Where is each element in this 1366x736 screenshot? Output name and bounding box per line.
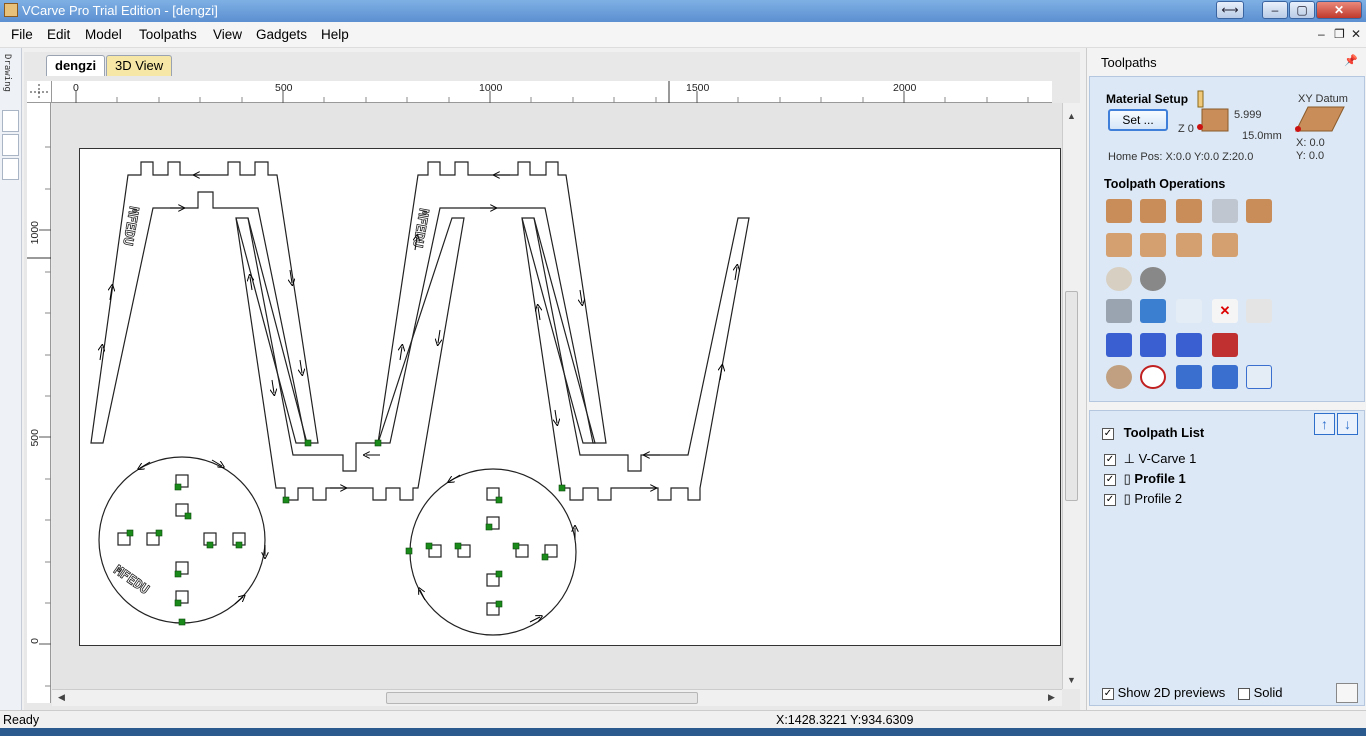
- toolpath-item-vcarve-1[interactable]: ✓ ⊥ V-Carve 1: [1104, 451, 1196, 467]
- toolpath-item-profile-2[interactable]: ✓ ▯ Profile 2: [1104, 491, 1182, 507]
- profile-toolpath-icon[interactable]: [1106, 199, 1132, 223]
- close-toolpath-panel-icon[interactable]: [1246, 365, 1272, 389]
- vertical-scroll-thumb[interactable]: [1065, 291, 1078, 501]
- scroll-up-icon[interactable]: ▲: [1067, 111, 1076, 121]
- toolpath-templates-icon[interactable]: [1176, 299, 1202, 323]
- cursor-coordinates: X:1428.3221 Y:934.6309: [776, 713, 914, 727]
- toolpath-wheel-right: [409, 468, 577, 636]
- merge-toolpaths-icon[interactable]: [1106, 299, 1132, 323]
- drawing-vectors[interactable]: MFEDU MFEDU MFEDU: [0, 0, 1062, 689]
- texture-toolpath-icon[interactable]: [1176, 233, 1202, 257]
- edit-toolpath-icon[interactable]: [1140, 299, 1166, 323]
- finishing-toolpath-icon[interactable]: [1140, 267, 1166, 291]
- material-thickness: 15.0mm: [1242, 130, 1282, 142]
- maximize-button[interactable]: ▢: [1289, 1, 1315, 19]
- toolpath-m-left-inner: [235, 217, 308, 444]
- show-2d-previews-label: Show 2D previews: [1117, 685, 1226, 700]
- close-button[interactable]: ✕: [1316, 1, 1362, 19]
- material-block-icon: [1197, 90, 1229, 132]
- save-toolpath-icon[interactable]: [1212, 365, 1238, 389]
- engraved-text-wheel: MFEDU: [111, 563, 152, 598]
- minimize-button[interactable]: –: [1262, 1, 1288, 19]
- toolpath-list-heading: Toolpath List: [1123, 425, 1205, 440]
- datum-y: Y: 0.0: [1296, 150, 1325, 162]
- material-and-operations-section: Material Setup Set ... Z 0 5.999 15.0mm …: [1089, 76, 1365, 402]
- status-bar: Ready X:1428.3221 Y:934.6309: [0, 710, 1366, 728]
- mdi-restore-button[interactable]: ❐: [1334, 27, 1345, 41]
- material-setup-heading: Material Setup: [1106, 92, 1189, 106]
- calculator-icon[interactable]: [1246, 299, 1272, 323]
- move-up-icon[interactable]: ↑: [1314, 413, 1335, 435]
- xy-datum-label: XY Datum: [1298, 93, 1348, 105]
- toolpath-m-left-outer: [90, 161, 319, 444]
- pocket-toolpath-icon[interactable]: [1140, 199, 1166, 223]
- toolpath-checkbox[interactable]: ✓: [1104, 453, 1116, 466]
- home-position: Home Pos: X:0.0 Y:0.0 Z:20.0: [1108, 151, 1254, 163]
- material-top-value: 5.999: [1234, 109, 1262, 121]
- toolpath-item-label: Profile 1: [1134, 471, 1186, 486]
- job-time-estimate-icon[interactable]: [1140, 365, 1166, 389]
- mdi-minimize-button[interactable]: –: [1318, 27, 1325, 41]
- toolpath-operations-heading: Toolpath Operations: [1104, 177, 1226, 191]
- fluting-toolpath-icon[interactable]: [1140, 233, 1166, 257]
- tool-database-icon[interactable]: [1106, 365, 1132, 389]
- toolpath-wheel-left: [98, 456, 266, 624]
- status-text: Ready: [3, 713, 40, 727]
- toolpath-item-profile-1[interactable]: ✓ ▯ Profile 1: [1104, 471, 1186, 487]
- toolpath-checkbox[interactable]: ✓: [1104, 473, 1116, 486]
- scroll-down-icon[interactable]: ▼: [1067, 675, 1076, 685]
- preview-visible-icon[interactable]: [1176, 333, 1202, 357]
- horizontal-scrollbar[interactable]: ◀ ▶: [52, 689, 1062, 706]
- datum-x: X: 0.0: [1296, 137, 1325, 149]
- panel-title: Toolpaths: [1101, 55, 1157, 70]
- quick-engrave-icon[interactable]: [1212, 199, 1238, 223]
- toolpath-m-right-inner: [521, 217, 596, 444]
- toolpath-summary-icon[interactable]: [1176, 365, 1202, 389]
- scroll-left-icon[interactable]: ◀: [58, 692, 65, 703]
- toolpath-list-checkbox[interactable]: ✓: [1102, 427, 1114, 440]
- toolpath-list-section: ✓ Toolpath List ↑ ↓ ✓ ⊥ V-Carve 1 ✓ ▯ Pr…: [1089, 410, 1365, 706]
- inlay-toolpath-icon[interactable]: [1246, 199, 1272, 223]
- z-zero-label: Z 0: [1178, 123, 1194, 135]
- show-2d-previews-option[interactable]: ✓ Show 2D previews: [1102, 685, 1225, 700]
- prism-toolpath-icon[interactable]: [1212, 233, 1238, 257]
- scroll-right-icon[interactable]: ▶: [1048, 692, 1055, 703]
- toolpath-v-middle: [235, 217, 465, 501]
- vertical-scrollbar[interactable]: ▲ ▼: [1062, 103, 1080, 689]
- move-down-icon[interactable]: ↓: [1337, 413, 1358, 435]
- reset-preview-icon[interactable]: [1212, 333, 1238, 357]
- pin-icon[interactable]: 📌: [1344, 54, 1358, 67]
- toolpath-item-label: V-Carve 1: [1138, 451, 1197, 466]
- solid-label: Solid: [1253, 685, 1283, 700]
- material-set-button[interactable]: Set ...: [1108, 109, 1168, 131]
- show-2d-previews-checkbox[interactable]: ✓: [1102, 687, 1114, 700]
- resize-icon[interactable]: ⟷: [1216, 1, 1244, 19]
- endmill-tool-icon: ▯: [1123, 471, 1131, 486]
- solid-checkbox[interactable]: [1238, 687, 1250, 700]
- solid-option[interactable]: Solid: [1238, 685, 1283, 700]
- toolpath-checkbox[interactable]: ✓: [1104, 493, 1116, 506]
- vcarve-tool-icon: ⊥: [1123, 451, 1135, 466]
- delete-toolpath-icon[interactable]: ✕: [1212, 299, 1238, 323]
- horizontal-scroll-thumb[interactable]: [386, 692, 698, 704]
- taskbar: [0, 728, 1366, 736]
- list-options-button[interactable]: [1336, 683, 1358, 703]
- toolpath-list-header: ✓ Toolpath List: [1102, 425, 1204, 440]
- drilling-toolpath-icon[interactable]: [1176, 199, 1202, 223]
- toolpath-item-label: Profile 2: [1134, 491, 1183, 506]
- toolpaths-panel: Toolpaths 📌 Material Setup Set ... Z 0 5…: [1086, 48, 1366, 710]
- roughing-toolpath-icon[interactable]: [1106, 267, 1132, 291]
- xy-datum-icon[interactable]: [1294, 105, 1346, 135]
- preview-all-toolpaths-icon[interactable]: [1106, 333, 1132, 357]
- endmill-tool-icon: ▯: [1123, 491, 1131, 506]
- vcarve-toolpath-icon[interactable]: [1106, 233, 1132, 257]
- mdi-close-button[interactable]: ✕: [1351, 27, 1361, 41]
- preview-selected-icon[interactable]: [1140, 333, 1166, 357]
